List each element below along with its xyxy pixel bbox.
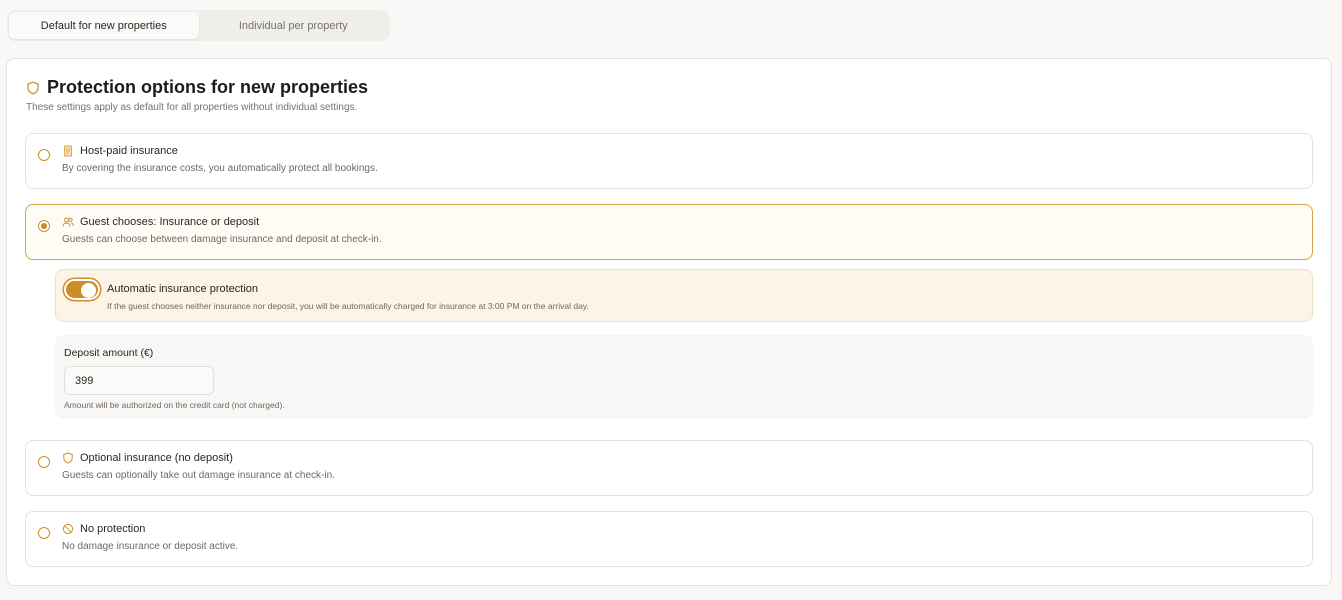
users-icon (62, 216, 74, 228)
radio-host-paid-insurance[interactable] (38, 149, 50, 161)
receipt-icon (62, 145, 74, 157)
option-optional-insurance[interactable]: Optional insurance (no deposit) Guests c… (25, 440, 1313, 496)
protection-tabs: Default for new properties Individual pe… (7, 10, 390, 41)
automatic-insurance-toggle[interactable] (64, 279, 100, 300)
toggle-knob (81, 282, 96, 298)
card-subtitle: These settings apply as default for all … (26, 102, 358, 113)
option-description: No damage insurance or deposit active. (62, 541, 239, 552)
option-label: Guest chooses: Insurance or deposit (80, 216, 260, 228)
option-label: Host-paid insurance (80, 145, 178, 157)
radio-optional-insurance[interactable] (38, 456, 50, 468)
option-host-paid-insurance[interactable]: Host-paid insurance By covering the insu… (25, 133, 1313, 189)
deposit-amount-input[interactable] (64, 366, 214, 395)
shield-icon (26, 81, 40, 95)
tab-individual-per-property[interactable]: Individual per property (199, 12, 389, 39)
card-title-text: Protection options for new properties (47, 77, 369, 97)
radio-guest-chooses[interactable] (38, 220, 50, 232)
protection-options-card: Protection options for new properties Th… (6, 58, 1332, 586)
deposit-amount-note: Amount will be authorized on the credit … (64, 400, 285, 410)
option-description: Guests can optionally take out damage in… (62, 470, 335, 481)
option-label: Optional insurance (no deposit) (80, 452, 233, 464)
deposit-amount-label: Deposit amount (€) (64, 347, 154, 359)
option-guest-chooses[interactable]: Guest chooses: Insurance or deposit Gues… (25, 204, 1313, 260)
option-label: No protection (80, 523, 146, 535)
option-no-protection[interactable]: No protection No damage insurance or dep… (25, 511, 1313, 567)
tab-default-for-new-properties[interactable]: Default for new properties (9, 12, 199, 39)
deposit-panel: Deposit amount (€) Amount will be author… (55, 335, 1313, 419)
shield-icon (62, 452, 74, 464)
option-description: Guests can choose between damage insuran… (62, 234, 382, 245)
automatic-insurance-title: Automatic insurance protection (107, 283, 259, 295)
option-description: By covering the insurance costs, you aut… (62, 163, 378, 174)
automatic-insurance-description: If the guest chooses neither insurance n… (107, 301, 589, 311)
automatic-insurance-panel: Automatic insurance protection If the gu… (55, 269, 1313, 322)
card-title: Protection options for new properties (26, 77, 368, 98)
ban-icon (62, 523, 74, 535)
radio-no-protection[interactable] (38, 527, 50, 539)
